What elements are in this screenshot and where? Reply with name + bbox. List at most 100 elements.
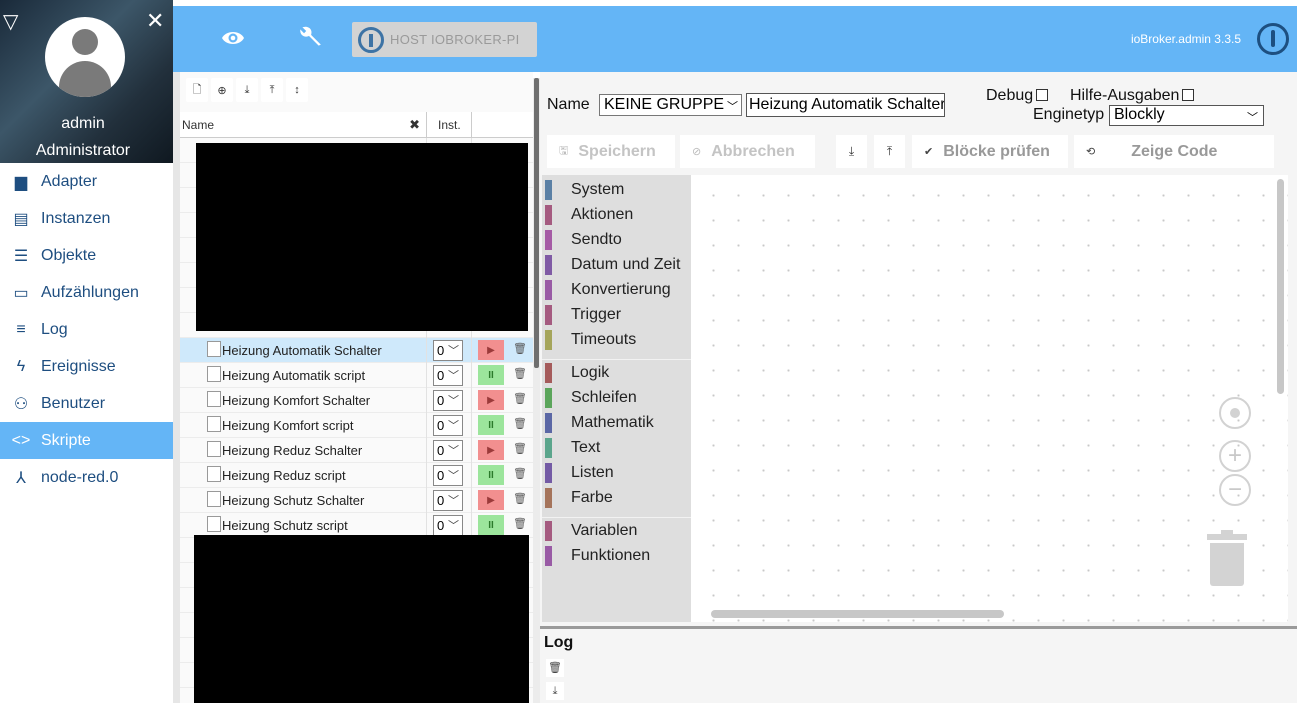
instance-select[interactable]: 0 ﹀ [433, 465, 463, 486]
debug-toggle[interactable]: Debug [986, 87, 1049, 105]
pause-script-button[interactable]: II [478, 365, 504, 385]
close-icon[interactable]: ✕ [146, 10, 164, 32]
name-column-header[interactable]: Name ✖ [181, 112, 427, 138]
instance-value: 0 [437, 368, 445, 383]
debug-checkbox[interactable] [1036, 89, 1049, 101]
export-blocks-button[interactable]: ⤓ [836, 135, 867, 168]
toolbox-category-mathematik[interactable]: Mathematik [542, 410, 691, 435]
cancel-label: Abbrechen [711, 142, 795, 160]
start-script-button[interactable]: ▶ [478, 440, 504, 460]
export-button[interactable]: ⤓ [236, 78, 258, 102]
workspace-horizontal-scrollbar[interactable] [711, 610, 1004, 618]
delete-icon[interactable]: 🗑 [511, 392, 529, 410]
script-name-input[interactable]: Heizung Automatik Schalter [746, 93, 945, 117]
table-row[interactable]: Heizung Komfort Schalter 0 ﹀ ▶ 🗑 [180, 388, 533, 413]
sidebar-item-instanzen[interactable]: ▤ Instanzen [0, 200, 173, 237]
clear-log-button[interactable]: 🗑 [546, 659, 564, 677]
toolbox-category-sendto[interactable]: Sendto [542, 227, 691, 252]
instance-select[interactable]: 0 ﹀ [433, 515, 463, 536]
iobroker-power-icon[interactable] [1257, 23, 1289, 55]
instance-select[interactable]: 0 ﹀ [433, 490, 463, 511]
toolbox-category-listen[interactable]: Listen [542, 460, 691, 485]
engine-select[interactable]: Blockly ﹀ [1109, 105, 1264, 126]
iobroker-logo-icon [358, 26, 384, 53]
import-button[interactable]: ⤒ [261, 78, 283, 102]
toolbox-category-aktionen[interactable]: Aktionen [542, 202, 691, 227]
sidebar-item-benutzer[interactable]: ⚇ Benutzer [0, 385, 173, 422]
instance-select[interactable]: 0 ﹀ [433, 415, 463, 436]
script-list-scrollbar[interactable] [533, 78, 540, 703]
sidebar-item-ereignisse[interactable]: ϟ Ereignisse [0, 348, 173, 385]
show-code-button[interactable]: ⟲ Zeige Code [1074, 135, 1274, 168]
admin-version: ioBroker.admin 3.3.5 [1130, 32, 1241, 46]
category-color-swatch [545, 330, 552, 350]
menu-triangle-icon[interactable]: ▽ [3, 12, 18, 32]
delete-icon[interactable]: 🗑 [511, 492, 529, 510]
save-button[interactable]: 🖫 Speichern [547, 135, 675, 168]
delete-icon[interactable]: 🗑 [511, 442, 529, 460]
table-row[interactable]: Heizung Schutz Schalter 0 ﹀ ▶ 🗑 [180, 488, 533, 513]
pause-script-button[interactable]: II [478, 465, 504, 485]
delete-icon[interactable]: 🗑 [511, 517, 529, 535]
toolbox-category-timeouts[interactable]: Timeouts [542, 327, 691, 352]
table-row[interactable]: Heizung Automatik Schalter 0 ﹀ ▶ 🗑 [180, 338, 533, 363]
trash-icon[interactable] [1207, 530, 1247, 586]
clear-filter-icon[interactable]: ✖ [409, 117, 420, 133]
table-row[interactable]: Heizung Reduz Schalter 0 ﹀ ▶ 🗑 [180, 438, 533, 463]
sidebar-item-log[interactable]: ≡ Log [0, 311, 173, 348]
instance-select[interactable]: 0 ﹀ [433, 440, 463, 461]
toolbox-category-konvertierung[interactable]: Konvertierung [542, 277, 691, 302]
sidebar-item-objekte[interactable]: ☰ Objekte [0, 237, 173, 274]
blockly-workspace[interactable]: + − [691, 175, 1288, 622]
group-select[interactable]: KEINE GRUPPE ﹀ [599, 94, 742, 116]
pause-script-button[interactable]: II [478, 515, 504, 535]
toolbox-category-system[interactable]: System [542, 177, 691, 202]
cancel-button[interactable]: ⊘ Abbrechen [680, 135, 815, 168]
help-toggle[interactable]: Hilfe-Ausgaben [1070, 87, 1195, 105]
delete-icon[interactable]: 🗑 [511, 467, 529, 485]
zoom-out-icon[interactable]: − [1219, 474, 1251, 506]
log-title: Log [544, 634, 574, 651]
wrench-icon[interactable] [297, 24, 323, 50]
pause-script-button[interactable]: II [478, 415, 504, 435]
avatar[interactable] [45, 17, 125, 97]
start-script-button[interactable]: ▶ [478, 490, 504, 510]
start-script-button[interactable]: ▶ [478, 390, 504, 410]
toolbox-category-datum-und-zeit[interactable]: Datum und Zeit [542, 252, 691, 277]
download-log-button[interactable]: ⤓ [546, 682, 564, 700]
workspace-vertical-scrollbar[interactable] [1277, 179, 1284, 394]
script-name: Heizung Reduz Schalter [222, 443, 363, 458]
toolbox-category-farbe[interactable]: Farbe [542, 485, 691, 510]
table-row[interactable]: Heizung Automatik script 0 ﹀ II 🗑 [180, 363, 533, 388]
table-row[interactable]: Heizung Reduz script 0 ﹀ II 🗑 [180, 463, 533, 488]
toolbox-category-text[interactable]: Text [542, 435, 691, 460]
delete-icon[interactable]: 🗑 [511, 367, 529, 385]
sidebar-item-node-red-0[interactable]: ⅄ node-red.0 [0, 459, 173, 496]
delete-icon[interactable]: 🗑 [511, 417, 529, 435]
toolbox-category-schleifen[interactable]: Schleifen [542, 385, 691, 410]
sidebar-item-skripte[interactable]: <> Skripte [0, 422, 173, 459]
help-checkbox[interactable] [1182, 89, 1195, 101]
delete-icon[interactable]: 🗑 [511, 342, 529, 360]
import-blocks-button[interactable]: ⤒ [874, 135, 905, 168]
instance-select[interactable]: 0 ﹀ [433, 365, 463, 386]
add-folder-button[interactable]: ⊕ [211, 78, 233, 102]
new-script-button[interactable]: 🗋 [186, 78, 208, 102]
instance-select[interactable]: 0 ﹀ [433, 340, 463, 361]
eye-icon[interactable] [221, 26, 245, 50]
table-row[interactable]: Heizung Komfort script 0 ﹀ II 🗑 [180, 413, 533, 438]
start-script-button[interactable]: ▶ [478, 340, 504, 360]
sidebar-item-aufz-hlungen[interactable]: ▭ Aufzählungen [0, 274, 173, 311]
list-icon: ☰ [13, 247, 29, 265]
toolbox-category-logik[interactable]: Logik [542, 360, 691, 385]
instance-select[interactable]: 0 ﹀ [433, 390, 463, 411]
toolbox-category-funktionen[interactable]: Funktionen [542, 543, 691, 568]
recenter-icon[interactable] [1219, 397, 1251, 429]
zoom-in-icon[interactable]: + [1219, 440, 1251, 472]
sidebar-item-adapter[interactable]: ▆ Adapter [0, 163, 173, 200]
host-button[interactable]: HOST IOBROKER-PI [352, 22, 537, 57]
expand-collapse-button[interactable]: ↕ [286, 78, 308, 102]
toolbox-category-variablen[interactable]: Variablen [542, 518, 691, 543]
check-blocks-button[interactable]: ✔ Blöcke prüfen [912, 135, 1068, 168]
toolbox-category-trigger[interactable]: Trigger [542, 302, 691, 327]
